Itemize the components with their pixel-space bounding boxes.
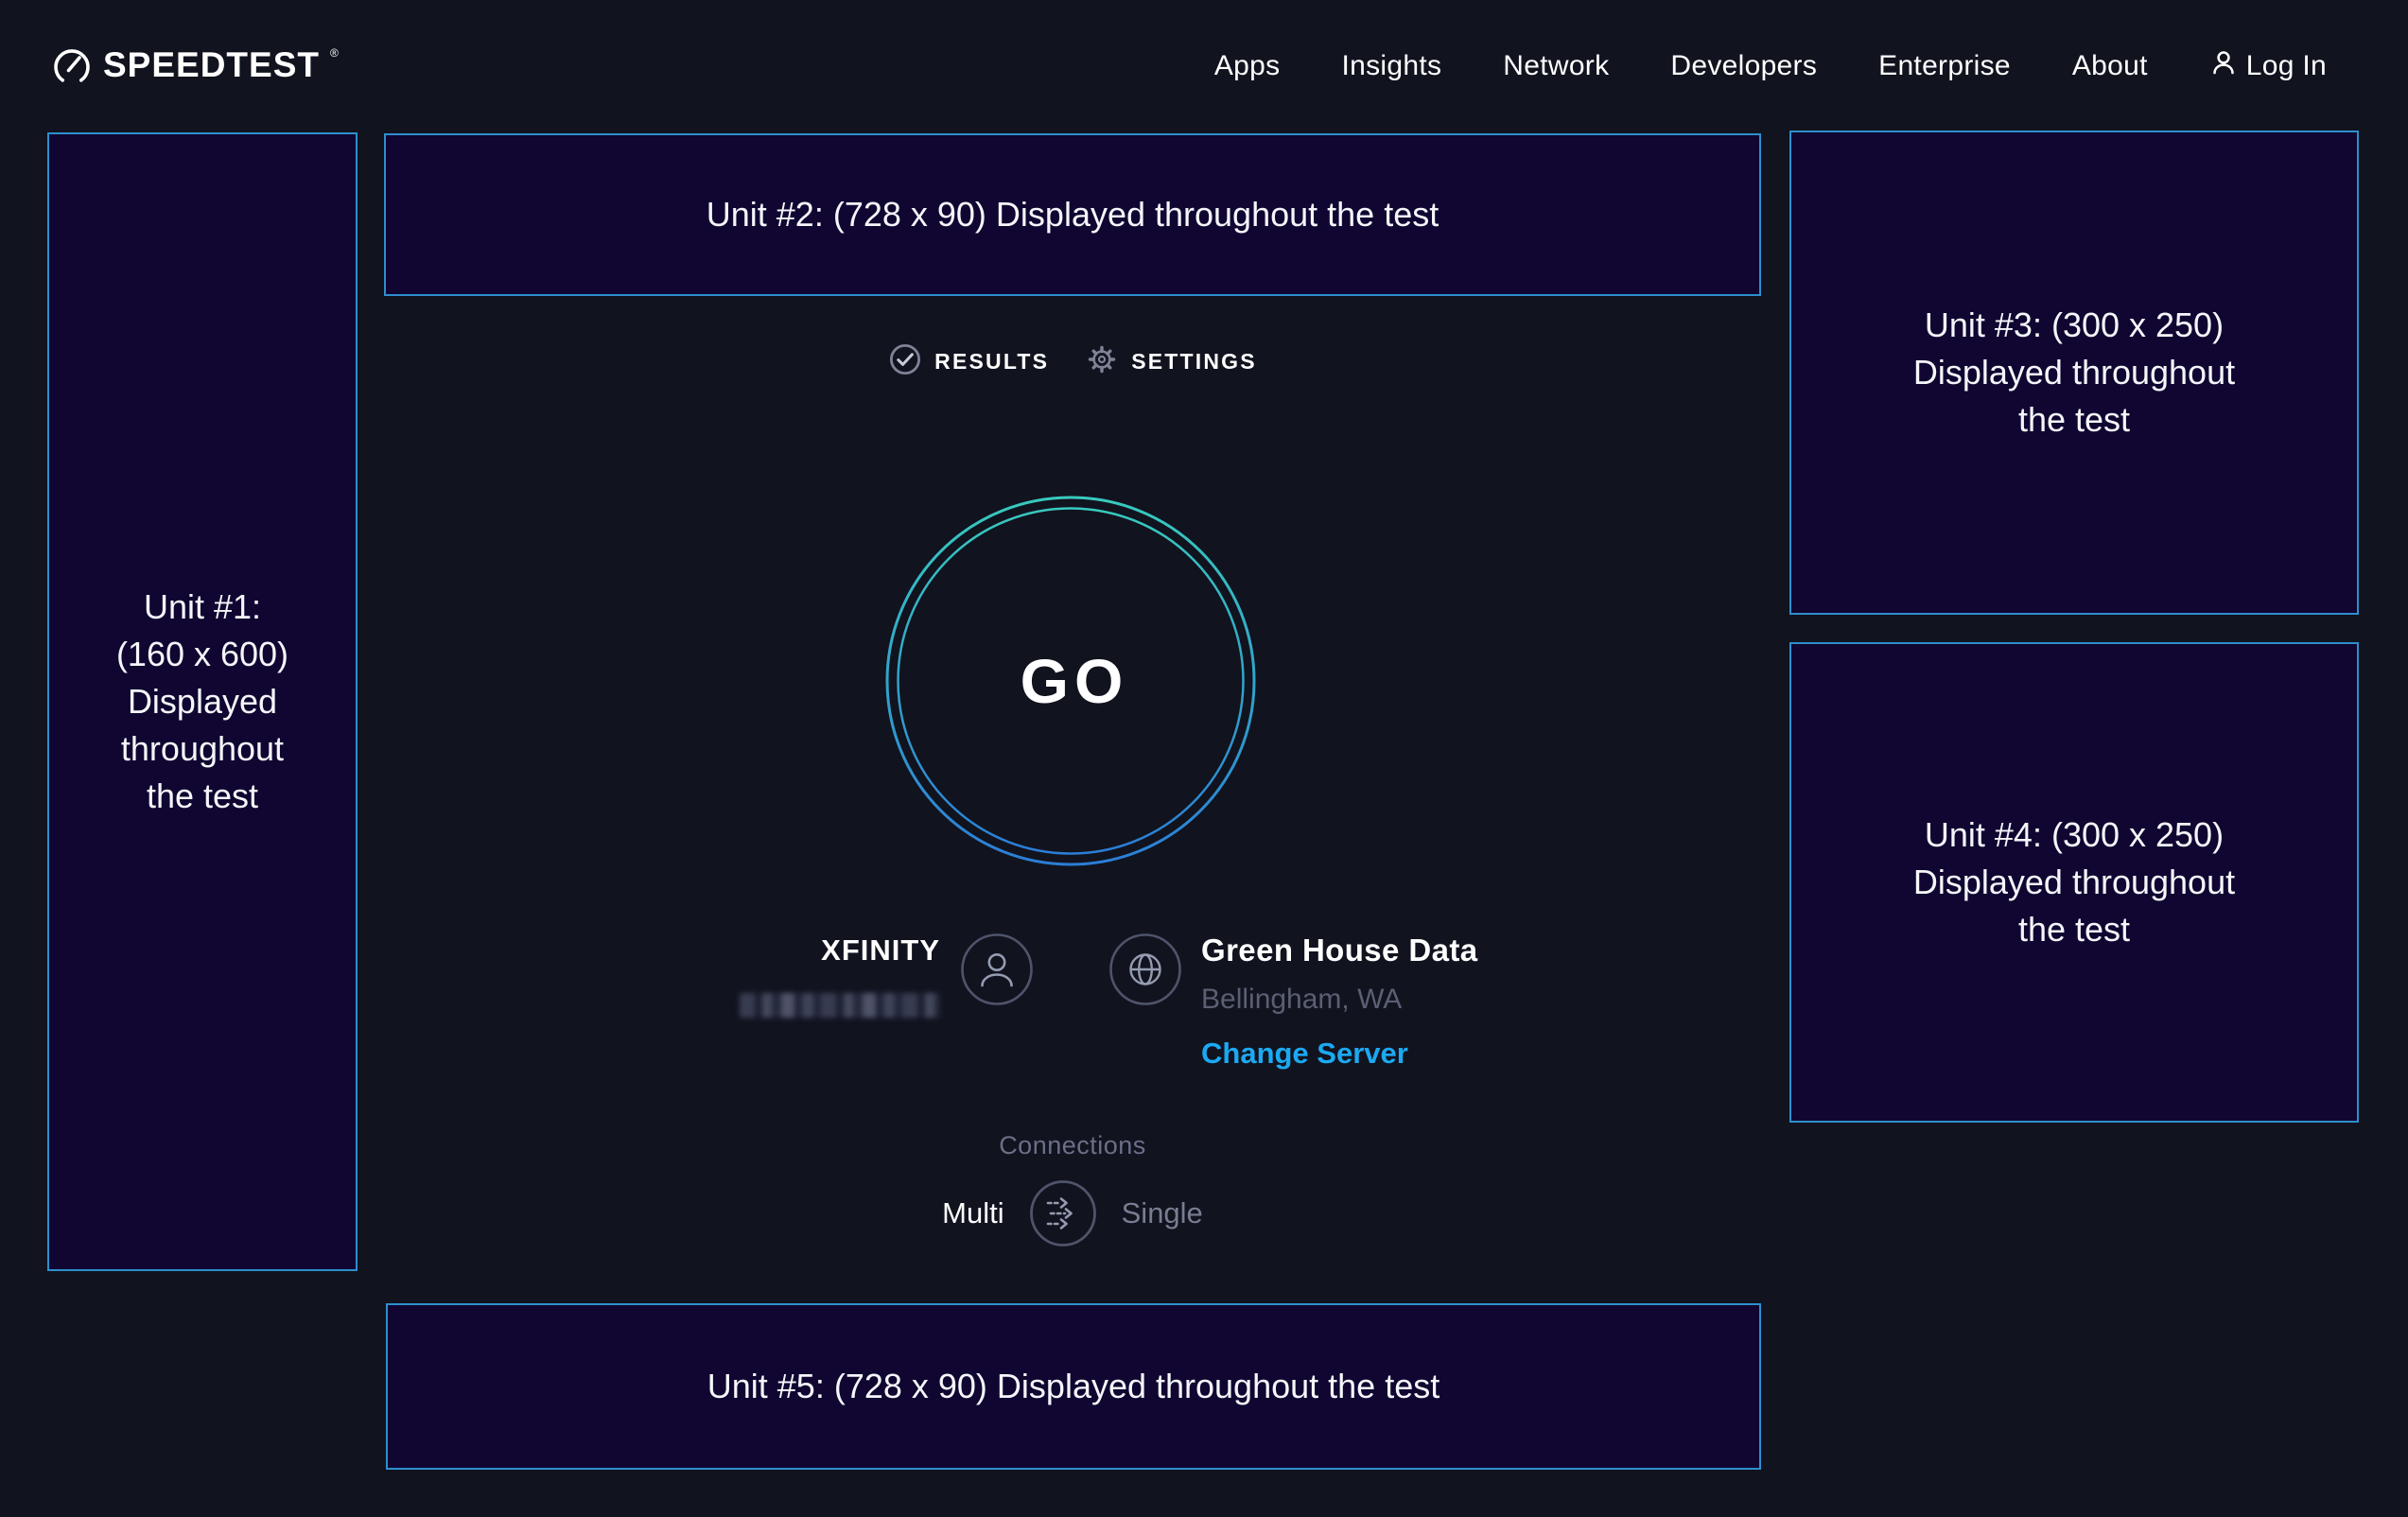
isp-info: XFINITY: [740, 932, 940, 1018]
server-globe-icon: [1108, 933, 1182, 1006]
ad-unit-2-text: Unit #2: (728 x 90) Displayed throughout…: [707, 191, 1439, 238]
go-label: GO: [881, 492, 1260, 870]
tab-results[interactable]: RESULTS: [888, 342, 1049, 381]
redacted-ip-blur: [740, 993, 940, 1018]
ad-unit-3: Unit #3: (300 x 250) Displayed throughou…: [1789, 131, 2359, 615]
connections-label-row: Connections: [384, 1131, 1761, 1160]
check-circle-icon: [888, 342, 922, 381]
go-button[interactable]: GO: [881, 492, 1260, 870]
ad-unit-5: Unit #5: (728 x 90) Displayed throughout…: [386, 1303, 1761, 1470]
nav-item-enterprise[interactable]: Enterprise: [1878, 50, 2011, 82]
isp-user-icon: [960, 933, 1034, 1006]
multi-connection-arrows-icon: [1029, 1179, 1097, 1247]
connections-single-option[interactable]: Single: [1122, 1196, 1203, 1230]
view-tabs: RESULTS: [384, 342, 1761, 381]
tab-settings[interactable]: SETTINGS: [1085, 342, 1257, 381]
nav-item-insights[interactable]: Insights: [1341, 50, 1441, 82]
nav-links: Apps Insights Network Developers Enterpr…: [1214, 48, 2327, 84]
server-info: Green House Data Bellingham, WA Change S…: [1201, 932, 1478, 1069]
login-label: Log In: [2246, 50, 2327, 82]
nav-item-apps[interactable]: Apps: [1214, 50, 1281, 82]
ad-unit-4-text: Unit #4: (300 x 250) Displayed throughou…: [1913, 811, 2235, 953]
login-button[interactable]: Log In: [2209, 48, 2327, 84]
connections-multi-option[interactable]: Multi: [942, 1196, 1003, 1230]
nav-item-network[interactable]: Network: [1503, 50, 1609, 82]
tab-settings-label: SETTINGS: [1131, 349, 1257, 375]
speedtest-brand[interactable]: SPEEDTEST ®: [51, 44, 339, 88]
ad-unit-3-text: Unit #3: (300 x 250) Displayed throughou…: [1913, 302, 2235, 444]
ad-unit-5-text: Unit #5: (728 x 90) Displayed throughout…: [707, 1363, 1440, 1410]
trademark-mark: ®: [330, 47, 339, 59]
isp-name: XFINITY: [821, 932, 940, 969]
nav-item-developers[interactable]: Developers: [1670, 50, 1817, 82]
speedometer-logo-icon: [51, 44, 93, 88]
server-location: Bellingham, WA: [1201, 985, 1402, 1015]
ad-unit-1: Unit #1: (160 x 600) Displayed throughou…: [47, 132, 358, 1271]
nav-item-about[interactable]: About: [2072, 50, 2148, 82]
change-server-link[interactable]: Change Server: [1201, 1037, 1408, 1069]
brand-name: SPEEDTEST: [103, 44, 320, 86]
user-icon: [2209, 48, 2238, 84]
ad-unit-4: Unit #4: (300 x 250) Displayed throughou…: [1789, 642, 2359, 1123]
connections-label: Connections: [999, 1131, 1146, 1160]
ad-unit-2: Unit #2: (728 x 90) Displayed throughout…: [384, 133, 1761, 296]
tab-results-label: RESULTS: [934, 349, 1049, 375]
gear-icon: [1085, 342, 1119, 381]
speedtest-page: SPEEDTEST ® Apps Insights Network Develo…: [0, 0, 2408, 1517]
top-nav: SPEEDTEST ® Apps Insights Network Develo…: [0, 0, 2408, 132]
connections-row: Multi Single: [384, 1179, 1761, 1247]
server-name: Green House Data: [1201, 932, 1478, 969]
connections-toggle[interactable]: [1029, 1179, 1097, 1247]
ad-unit-1-text: Unit #1: (160 x 600) Displayed throughou…: [116, 584, 288, 820]
